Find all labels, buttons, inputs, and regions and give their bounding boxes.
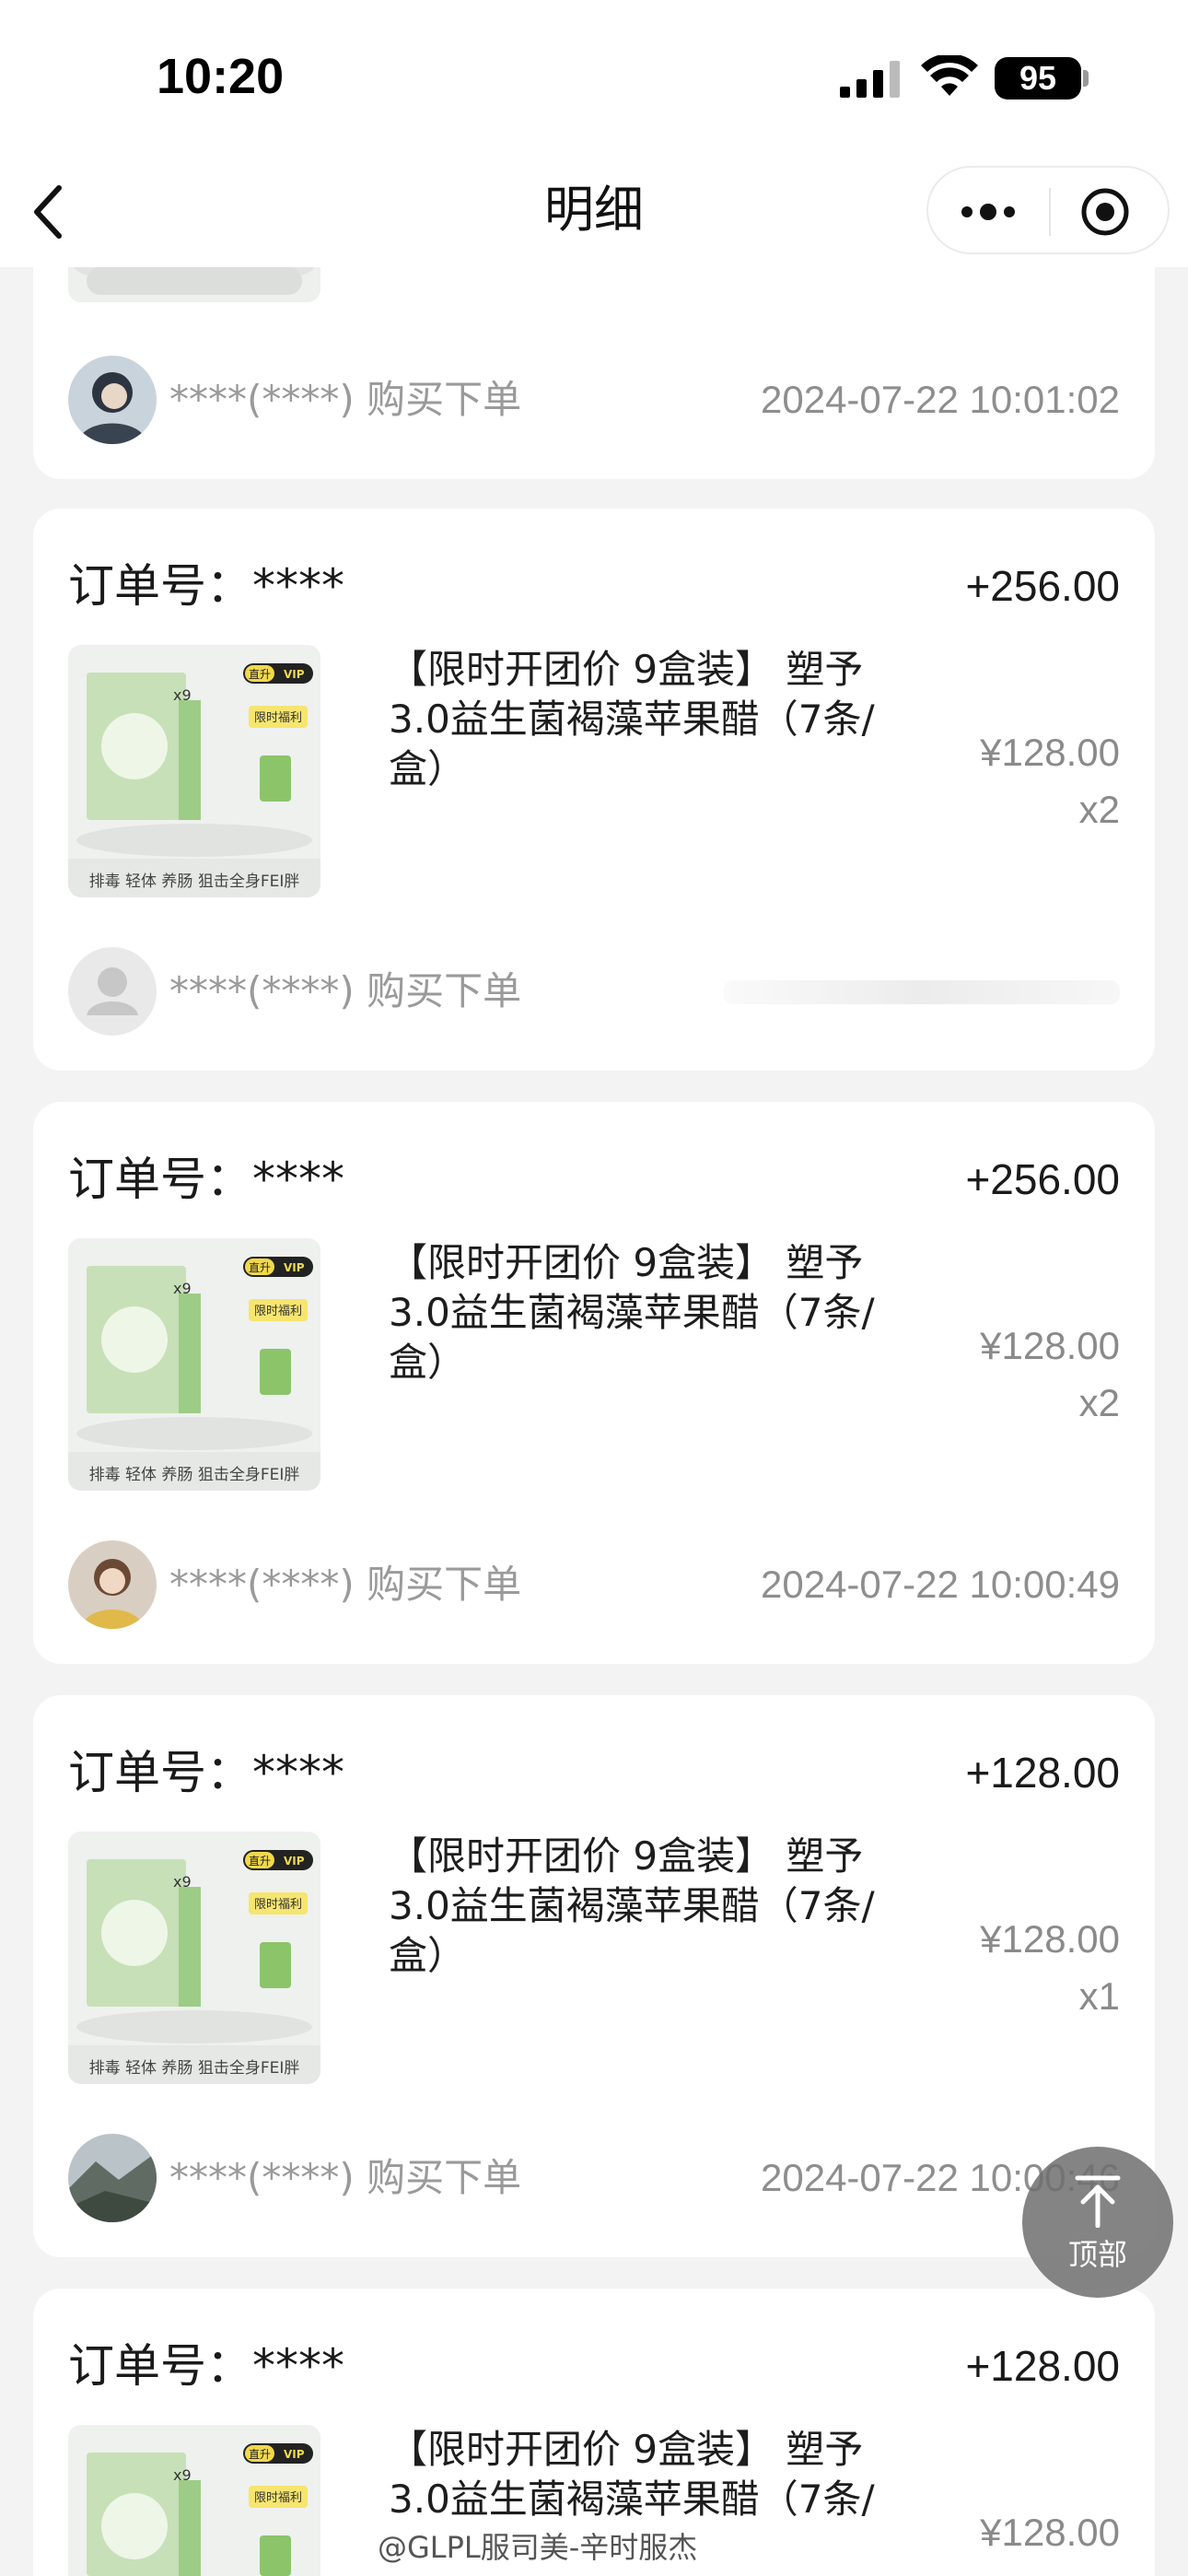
svg-text:直升: 直升 <box>249 1261 271 1274</box>
avatar <box>68 947 157 1036</box>
battery-indicator: 95 <box>995 57 1081 100</box>
product-price: ¥128.00 <box>980 2511 1120 2554</box>
svg-text:VIP: VIP <box>284 1261 305 1274</box>
order-timestamp: 2024-07-22 10:00:49 <box>761 1563 1120 1606</box>
buyer-text: ****(****) 购买下单 <box>169 377 522 422</box>
avatar <box>68 1540 157 1629</box>
product-thumbnail[interactable]: 直升 VIP 限时福利 x9 <box>68 2425 320 2576</box>
status-bar: 10:20 95 <box>0 0 1188 157</box>
product-quantity: x2 <box>1078 1381 1120 1424</box>
svg-text:排毒 轻体 养肠 狙击全身FEI胖: 排毒 轻体 养肠 狙击全身FEI胖 <box>89 1466 300 1484</box>
buyer-text: ****(****) 购买下单 <box>169 1562 522 1607</box>
svg-text:VIP: VIP <box>284 2448 305 2461</box>
svg-text:VIP: VIP <box>284 668 305 681</box>
signal-icon <box>840 61 900 98</box>
order-card[interactable]: 订单号：**** +256.00 直升 VIP 限时福利 x9 排毒 轻体 养肠… <box>33 1102 1155 1664</box>
svg-text:排毒 轻体 养肠 狙击全身FEI胖: 排毒 轻体 养肠 狙击全身FEI胖 <box>89 872 300 891</box>
avatar <box>68 2134 157 2222</box>
svg-text:x9: x9 <box>173 1873 192 1891</box>
mini-program-capsule <box>926 166 1170 254</box>
order-card[interactable]: 订单号：**** +128.00 直升 VIP 限时福利 x9 排毒 轻体 养肠… <box>33 1695 1155 2257</box>
close-target-icon[interactable] <box>1079 186 1131 238</box>
svg-text:VIP: VIP <box>284 1855 305 1868</box>
svg-text:限时福利: 限时福利 <box>254 2491 302 2505</box>
svg-text:x9: x9 <box>173 1280 192 1297</box>
product-title[interactable]: 【限时开团价 9盒装】 塑予 3.0益生菌褐藻苹果醋（7条/ 盒） <box>389 1238 914 1388</box>
product-title[interactable]: 【限时开团价 9盒装】 塑予 3.0益生菌褐藻苹果醋（7条/ 盒） <box>389 645 914 794</box>
order-amount: +256.00 <box>965 562 1120 610</box>
order-number: 订单号：**** <box>68 1746 344 1799</box>
more-options-icon[interactable] <box>956 195 1020 228</box>
order-timestamp: 2024-07-22 10:01:02 <box>761 378 1120 421</box>
product-thumbnail[interactable]: 直升 VIP 限时福利 x9 排毒 轻体 养肠 狙击全身FEI胖 <box>68 1832 320 2084</box>
product-price: ¥128.00 <box>980 1324 1120 1367</box>
capsule-divider <box>1049 188 1051 236</box>
svg-text:直升: 直升 <box>249 1855 271 1868</box>
order-amount: +256.00 <box>965 1155 1120 1203</box>
buyer-text: ****(****) 购买下单 <box>169 968 522 1013</box>
product-title[interactable]: 【限时开团价 9盒装】 塑予 3.0益生菌褐藻苹果醋（7条/ <box>389 2425 914 2524</box>
wifi-icon <box>921 55 978 96</box>
order-card[interactable]: 订单号：**** +256.00 直升 VIP 限时福利 x9 排毒 轻体 养肠… <box>33 509 1155 1071</box>
product-quantity: x2 <box>1078 788 1120 831</box>
svg-text:排毒 轻体 养肠 狙击全身FEI胖: 排毒 轻体 养肠 狙击全身FEI胖 <box>89 2059 300 2078</box>
svg-text:限时福利: 限时福利 <box>254 1305 302 1318</box>
watermark: @GLPL服司美-辛时服杰 <box>378 2530 698 2565</box>
buyer-text: ****(****) 购买下单 <box>169 2155 522 2200</box>
back-to-top-button[interactable]: 顶部 <box>1022 2147 1173 2298</box>
product-thumbnail[interactable]: 直升 VIP 限时福利 x9 排毒 轻体 养肠 狙击全身FEI胖 <box>68 1238 320 1491</box>
svg-text:x9: x9 <box>173 686 192 704</box>
battery-tip <box>1083 70 1089 87</box>
product-quantity: x1 <box>1078 1974 1120 2018</box>
status-time: 10:20 <box>157 49 285 104</box>
product-thumbnail[interactable]: 直升 VIP 限时福利 x9 排毒 轻体 养肠 狙击全身FEI胖 <box>68 645 320 897</box>
product-price: ¥128.00 <box>980 731 1120 774</box>
svg-text:限时福利: 限时福利 <box>254 1898 302 1912</box>
svg-text:x9: x9 <box>173 2466 192 2484</box>
thumb-badge-text: 直升 <box>249 668 271 681</box>
svg-text:直升: 直升 <box>249 2448 271 2461</box>
order-amount: +128.00 <box>965 2342 1120 2390</box>
svg-text:限时福利: 限时福利 <box>254 711 302 725</box>
order-amount: +128.00 <box>965 1749 1120 1797</box>
arrow-up-icon <box>1075 2175 1121 2228</box>
order-number: 订单号：**** <box>68 2339 344 2393</box>
nav-bar: 明细 <box>0 157 1188 267</box>
product-price: ¥128.00 <box>980 1917 1120 1961</box>
order-number: 订单号：**** <box>68 1153 344 1206</box>
avatar <box>68 356 157 444</box>
timestamp-blurred <box>724 980 1120 1004</box>
back-to-top-label: 顶部 <box>1067 2237 1127 2272</box>
product-title[interactable]: 【限时开团价 9盒装】 塑予 3.0益生菌褐藻苹果醋（7条/ 盒） <box>389 1832 914 1981</box>
order-number: 订单号：**** <box>68 559 344 613</box>
